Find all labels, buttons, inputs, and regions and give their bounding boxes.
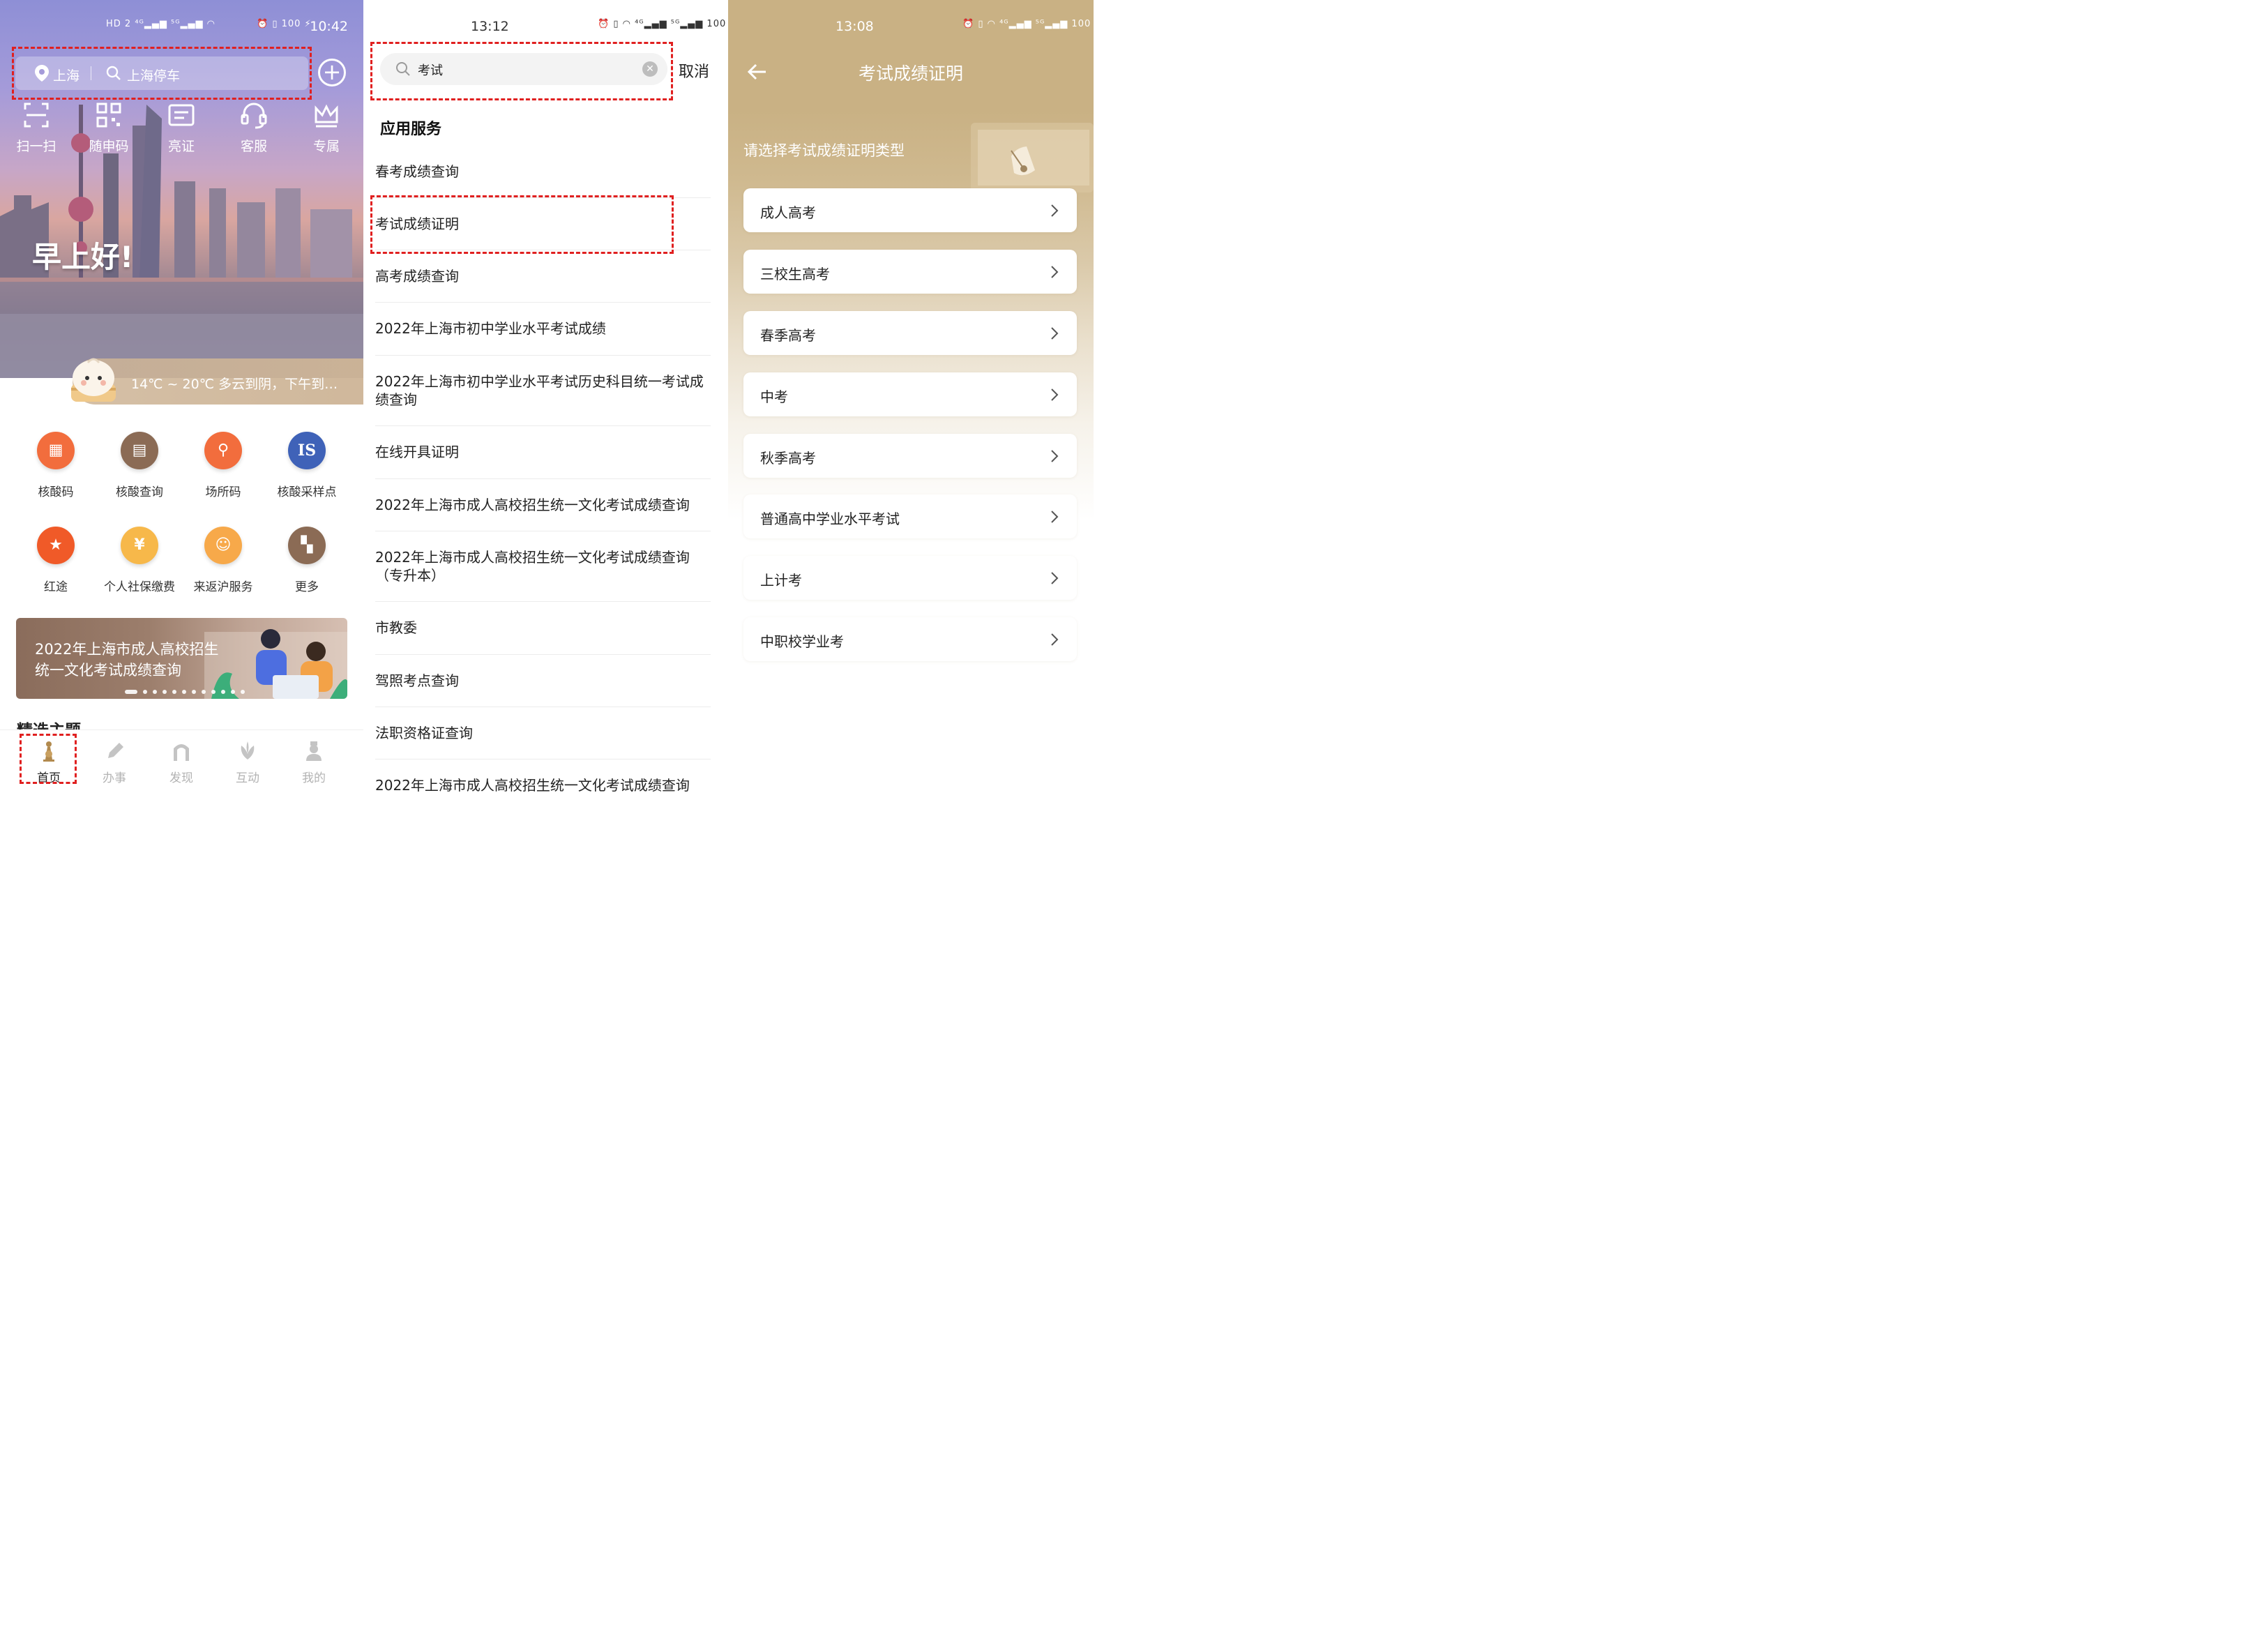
archway-icon — [174, 744, 189, 761]
result-item[interactable]: 在线开具证明 — [375, 426, 711, 479]
status-bar: HD 2 ⁴ᴳ▂▄▆ ⁵ᴳ▂▄▆ ◠ ⏰ ▯ 100 ⚡ 10:42 — [0, 0, 363, 53]
result-item[interactable]: 法职资格证查询 — [375, 707, 711, 760]
pen-icon — [108, 743, 123, 758]
chevron-right-icon — [1051, 572, 1059, 584]
tab-discover[interactable]: 发现 — [153, 740, 209, 785]
status-icons: ⏰ ▯ ◠ ⁴ᴳ▂▄▆ ⁵ᴳ▂▄▆ 100 ⚡ — [598, 19, 728, 29]
app-services-heading: 应用服务 — [380, 121, 442, 138]
crown-icon — [315, 104, 338, 128]
chevron-right-icon — [1051, 450, 1059, 462]
result-item[interactable]: 2022年上海市初中学业水平考试历史科目统一考试成绩查询 — [375, 356, 711, 426]
chevron-right-icon — [1051, 388, 1059, 401]
scan-action[interactable]: 扫一扫 — [8, 101, 64, 155]
result-item[interactable]: 高考成绩查询 — [375, 250, 711, 303]
person-icon: ☺ — [204, 527, 242, 564]
highlight-search-field — [370, 42, 673, 100]
qr-icon: ▦ — [37, 432, 75, 469]
cancel-button[interactable]: 取消 — [679, 59, 709, 82]
option-vocational-college-exam[interactable]: 三校生高考 — [743, 250, 1077, 294]
service-sampling-point[interactable]: IS 核酸采样点 — [265, 432, 349, 499]
user-icon — [306, 741, 322, 761]
show-license-action[interactable]: 亮证 — [153, 101, 209, 155]
option-autumn-college-exam[interactable]: 秋季高考 — [743, 434, 1077, 478]
service-nucleic-query[interactable]: ▤ 核酸查询 — [98, 432, 181, 499]
license-card-icon — [168, 104, 195, 126]
status-bar: 13:08 ⏰ ▯ ◠ ⁴ᴳ▂▄▆ ⁵ᴳ▂▄▆ 100 ⚡ — [728, 0, 1094, 53]
headset-icon — [241, 103, 267, 129]
social-security-icon: ¥ — [121, 527, 158, 564]
highlight-search-box — [12, 47, 312, 100]
option-computer-exam[interactable]: 上计考 — [743, 556, 1077, 600]
tab-me[interactable]: 我的 — [286, 740, 342, 785]
selection-prompt: 请选择考试成绩证明类型 — [743, 142, 905, 159]
highlight-exam-certificate — [370, 195, 674, 254]
exam-certificate-screen: 13:08 ⏰ ▯ ◠ ⁴ᴳ▂▄▆ ⁵ᴳ▂▄▆ 100 ⚡ 考试成绩证明 请选择… — [728, 0, 1094, 794]
tab-interact[interactable]: 互动 — [220, 740, 275, 785]
result-item[interactable]: 2022年上海市成人高校招生统一文化考试成绩查询 — [375, 479, 711, 531]
service-red-route[interactable]: ★ 红途 — [14, 527, 98, 594]
result-item[interactable]: 驾照考点查询 — [375, 655, 711, 707]
option-spring-college-exam[interactable]: 春季高考 — [743, 311, 1077, 355]
option-high-school-entrance-exam[interactable]: 中考 — [743, 372, 1077, 416]
suishen-code-action[interactable]: 随申码 — [81, 101, 137, 155]
qr-code-icon — [96, 103, 121, 128]
status-time: 13:12 — [471, 19, 509, 34]
result-item[interactable]: 春考成绩查询 — [375, 146, 711, 198]
status-icons: HD 2 ⁴ᴳ▂▄▆ ⁵ᴳ▂▄▆ ◠ ⏰ ▯ 100 ⚡ — [106, 19, 312, 29]
page-title: 考试成绩证明 — [858, 63, 963, 84]
chevron-right-icon — [1051, 204, 1059, 217]
location-icon: ⚲ — [204, 432, 242, 469]
service-more[interactable]: ▚ 更多 — [265, 527, 349, 594]
xiaolongbao-mascot-icon — [71, 358, 116, 402]
exclusive-action[interactable]: 专属 — [298, 101, 354, 155]
service-social-security[interactable]: ¥ 个人社保缴费 — [98, 527, 181, 594]
star-icon: ★ — [37, 527, 75, 564]
banner-title: 2022年上海市成人高校招生统一文化考试成绩查询 — [35, 641, 219, 679]
result-item[interactable]: 2022年上海市成人高校招生统一文化考试成绩查询（专升本） — [375, 531, 711, 602]
option-adult-college-exam[interactable]: 成人高考 — [743, 188, 1077, 232]
service-nucleic-code[interactable]: ▦ 核酸码 — [14, 432, 98, 499]
home-screen: HD 2 ⁴ᴳ▂▄▆ ⁵ᴳ▂▄▆ ◠ ⏰ ▯ 100 ⚡ 10:42 上海 上海… — [0, 0, 363, 794]
weather-text: 14℃ ~ 20℃ 多云到阴，下午到… — [131, 377, 338, 392]
is-icon: IS — [288, 432, 326, 469]
option-high-school-proficiency-exam[interactable]: 普通高中学业水平考试 — [743, 494, 1077, 538]
service-venue-code[interactable]: ⚲ 场所码 — [181, 432, 265, 499]
search-screen: 13:12 ⏰ ▯ ◠ ⁴ᴳ▂▄▆ ⁵ᴳ▂▄▆ 100 ⚡ 考试 ✕ 取消 应用… — [363, 0, 728, 794]
pen-certificate-decoration — [971, 123, 1094, 192]
option-vocational-school-exam[interactable]: 中职校学业考 — [743, 617, 1077, 661]
service-return-shanghai[interactable]: ☺ 来返沪服务 — [181, 527, 265, 594]
promo-banner[interactable]: 2022年上海市成人高校招生统一文化考试成绩查询 — [16, 618, 347, 699]
status-icons: ⏰ ▯ ◠ ⁴ᴳ▂▄▆ ⁵ᴳ▂▄▆ 100 ⚡ — [962, 19, 1094, 29]
result-item[interactable]: 市教委 — [375, 602, 711, 655]
grid-more-icon: ▚ — [288, 527, 326, 564]
result-item[interactable]: 2022年上海市成人高校招生统一文化考试成绩查询 — [375, 760, 711, 794]
greeting-text: 早上好! — [32, 240, 134, 274]
banner-pagination — [125, 683, 250, 697]
highlight-home-tab — [20, 734, 77, 784]
status-time: 10:42 — [310, 19, 348, 34]
scan-icon — [24, 103, 49, 128]
magnolia-icon — [241, 741, 255, 760]
document-icon: ▤ — [121, 432, 158, 469]
result-item[interactable]: 2022年上海市初中学业水平考试成绩 — [375, 303, 711, 356]
customer-service-action[interactable]: 客服 — [226, 101, 282, 155]
add-button[interactable]: + — [318, 59, 346, 86]
status-time: 13:08 — [836, 19, 874, 34]
chevron-right-icon — [1051, 511, 1059, 523]
chevron-right-icon — [1051, 266, 1059, 278]
chevron-right-icon — [1051, 633, 1059, 646]
chevron-right-icon — [1051, 327, 1059, 340]
tab-services[interactable]: 办事 — [86, 740, 142, 785]
featured-section-title: 精选主题 — [17, 717, 81, 730]
